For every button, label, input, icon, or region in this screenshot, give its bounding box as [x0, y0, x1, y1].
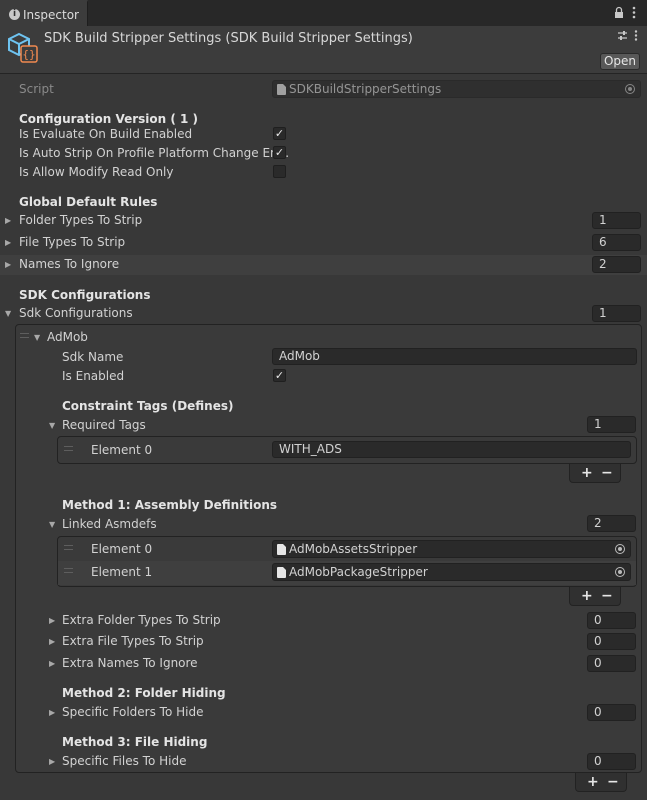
- file-types-label[interactable]: File Types To Strip: [19, 235, 125, 250]
- extra-file-types-label[interactable]: Extra File Types To Strip: [62, 634, 204, 649]
- remove-button[interactable]: −: [607, 773, 619, 791]
- add-button[interactable]: +: [581, 587, 593, 605]
- specific-files-foldout-icon[interactable]: ▶: [49, 754, 55, 769]
- asset-file-icon: [277, 544, 286, 555]
- linked-element-0-field[interactable]: AdMobAssetsStripper: [272, 540, 631, 558]
- allow-modify-read-only-label: Is Allow Modify Read Only: [19, 165, 174, 179]
- svg-text:{}: {}: [22, 48, 35, 61]
- required-tags-count[interactable]: 1: [587, 416, 636, 433]
- open-button[interactable]: Open: [600, 53, 640, 70]
- specific-folders-count[interactable]: 0: [587, 704, 636, 721]
- file-types-count[interactable]: 6: [592, 234, 641, 251]
- required-tags-label[interactable]: Required Tags: [62, 418, 146, 433]
- constraint-tags-heading: Constraint Tags (Defines): [62, 399, 234, 413]
- drag-handle[interactable]: [64, 568, 73, 573]
- tab-bar: [0, 0, 647, 26]
- drag-handle[interactable]: [64, 446, 73, 451]
- required-tag-element-field[interactable]: WITH_ADS: [272, 441, 631, 458]
- admob-foldout-icon[interactable]: ▼: [34, 330, 40, 345]
- header-menu-icon[interactable]: [633, 30, 639, 41]
- add-button[interactable]: +: [581, 464, 593, 482]
- sdk-config-label[interactable]: Sdk Configurations: [19, 306, 133, 321]
- sdk-name-label: Sdk Name: [62, 350, 124, 364]
- linked-element-1-field[interactable]: AdMobPackageStripper: [272, 563, 631, 581]
- names-to-ignore-label[interactable]: Names To Ignore: [19, 257, 119, 272]
- linked-asmdefs-foldout-icon[interactable]: ▼: [49, 517, 55, 532]
- linked-asmdefs-label[interactable]: Linked Asmdefs: [62, 517, 157, 532]
- allow-modify-read-only-checkbox[interactable]: [273, 165, 286, 178]
- extra-file-types-foldout-icon[interactable]: ▶: [49, 634, 55, 649]
- auto-strip-checkbox[interactable]: ✓: [273, 146, 286, 159]
- specific-folders-label[interactable]: Specific Folders To Hide: [62, 705, 203, 720]
- is-enabled-checkbox[interactable]: ✓: [273, 369, 286, 382]
- scriptable-object-icon: {}: [7, 32, 39, 64]
- names-to-ignore-count[interactable]: 2: [592, 256, 641, 273]
- kebab-menu-icon[interactable]: [631, 6, 637, 19]
- file-types-foldout-icon[interactable]: ▶: [5, 235, 11, 250]
- remove-button[interactable]: −: [601, 464, 613, 482]
- lock-icon[interactable]: [613, 6, 625, 19]
- info-icon: i: [9, 9, 20, 20]
- method2-heading: Method 2: Folder Hiding: [62, 686, 226, 700]
- config-heading: Configuration Version ( 1 ): [19, 112, 199, 126]
- extra-names-label[interactable]: Extra Names To Ignore: [62, 656, 198, 671]
- folder-types-label[interactable]: Folder Types To Strip: [19, 213, 142, 228]
- folder-types-count[interactable]: 1: [592, 212, 641, 229]
- method1-heading: Method 1: Assembly Definitions: [62, 498, 278, 512]
- extra-names-count[interactable]: 0: [587, 655, 636, 672]
- extra-names-foldout-icon[interactable]: ▶: [49, 656, 55, 671]
- sdk-config-add-remove: + −: [575, 773, 627, 792]
- extra-file-types-count[interactable]: 0: [587, 633, 636, 650]
- is-enabled-label: Is Enabled: [62, 369, 125, 383]
- sdk-config-heading: SDK Configurations: [19, 288, 151, 302]
- evaluate-on-build-checkbox[interactable]: ✓: [273, 127, 286, 140]
- linked-asmdefs-count[interactable]: 2: [587, 515, 636, 532]
- required-tags-add-remove: + −: [569, 464, 621, 483]
- object-picker-icon[interactable]: [615, 567, 625, 577]
- add-button[interactable]: +: [587, 773, 599, 791]
- linked-element-0-label: Element 0: [91, 542, 153, 556]
- linked-element-0-value: AdMobAssetsStripper: [289, 542, 418, 556]
- sdk-name-field[interactable]: AdMob: [272, 348, 637, 365]
- object-picker-icon[interactable]: [615, 544, 625, 554]
- sdk-config-count[interactable]: 1: [592, 305, 641, 322]
- sdk-config-foldout-icon[interactable]: ▼: [5, 306, 11, 321]
- specific-folders-foldout-icon[interactable]: ▶: [49, 705, 55, 720]
- linked-element-1-label: Element 1: [91, 565, 153, 579]
- page-title: SDK Build Stripper Settings (SDK Build S…: [44, 31, 413, 46]
- auto-strip-label: Is Auto Strip On Profile Platform Change…: [19, 146, 290, 160]
- remove-button[interactable]: −: [601, 587, 613, 605]
- object-picker-icon: [625, 84, 635, 94]
- linked-element-1-value: AdMobPackageStripper: [289, 565, 428, 579]
- tab-label: Inspector: [23, 8, 79, 22]
- drag-handle[interactable]: [20, 333, 29, 338]
- specific-files-count[interactable]: 0: [587, 753, 636, 770]
- evaluate-on-build-label: Is Evaluate On Build Enabled: [19, 127, 193, 141]
- admob-element-label[interactable]: AdMob: [47, 330, 88, 345]
- names-to-ignore-foldout-icon[interactable]: ▶: [5, 257, 11, 272]
- script-field-value: SDKBuildStripperSettings: [289, 82, 442, 96]
- preset-icon[interactable]: [617, 30, 628, 41]
- drag-handle[interactable]: [64, 545, 73, 550]
- extra-folder-types-label[interactable]: Extra Folder Types To Strip: [62, 613, 221, 628]
- method3-heading: Method 3: File Hiding: [62, 735, 208, 749]
- extra-folder-types-count[interactable]: 0: [587, 612, 636, 629]
- script-label: Script: [19, 82, 54, 96]
- global-rules-heading: Global Default Rules: [19, 195, 158, 209]
- extra-folder-types-foldout-icon[interactable]: ▶: [49, 613, 55, 628]
- tab-inspector[interactable]: i Inspector: [0, 0, 88, 26]
- specific-files-label[interactable]: Specific Files To Hide: [62, 754, 186, 769]
- asset-file-icon: [277, 567, 286, 578]
- folder-types-foldout-icon[interactable]: ▶: [5, 213, 11, 228]
- linked-asmdefs-add-remove: + −: [569, 587, 621, 606]
- asset-file-icon: [277, 84, 286, 95]
- required-tags-foldout-icon[interactable]: ▼: [49, 418, 55, 433]
- required-tag-element-label: Element 0: [91, 443, 153, 457]
- script-field: SDKBuildStripperSettings: [272, 80, 641, 98]
- inspector-header: {} SDK Build Stripper Settings (SDK Buil…: [0, 26, 647, 74]
